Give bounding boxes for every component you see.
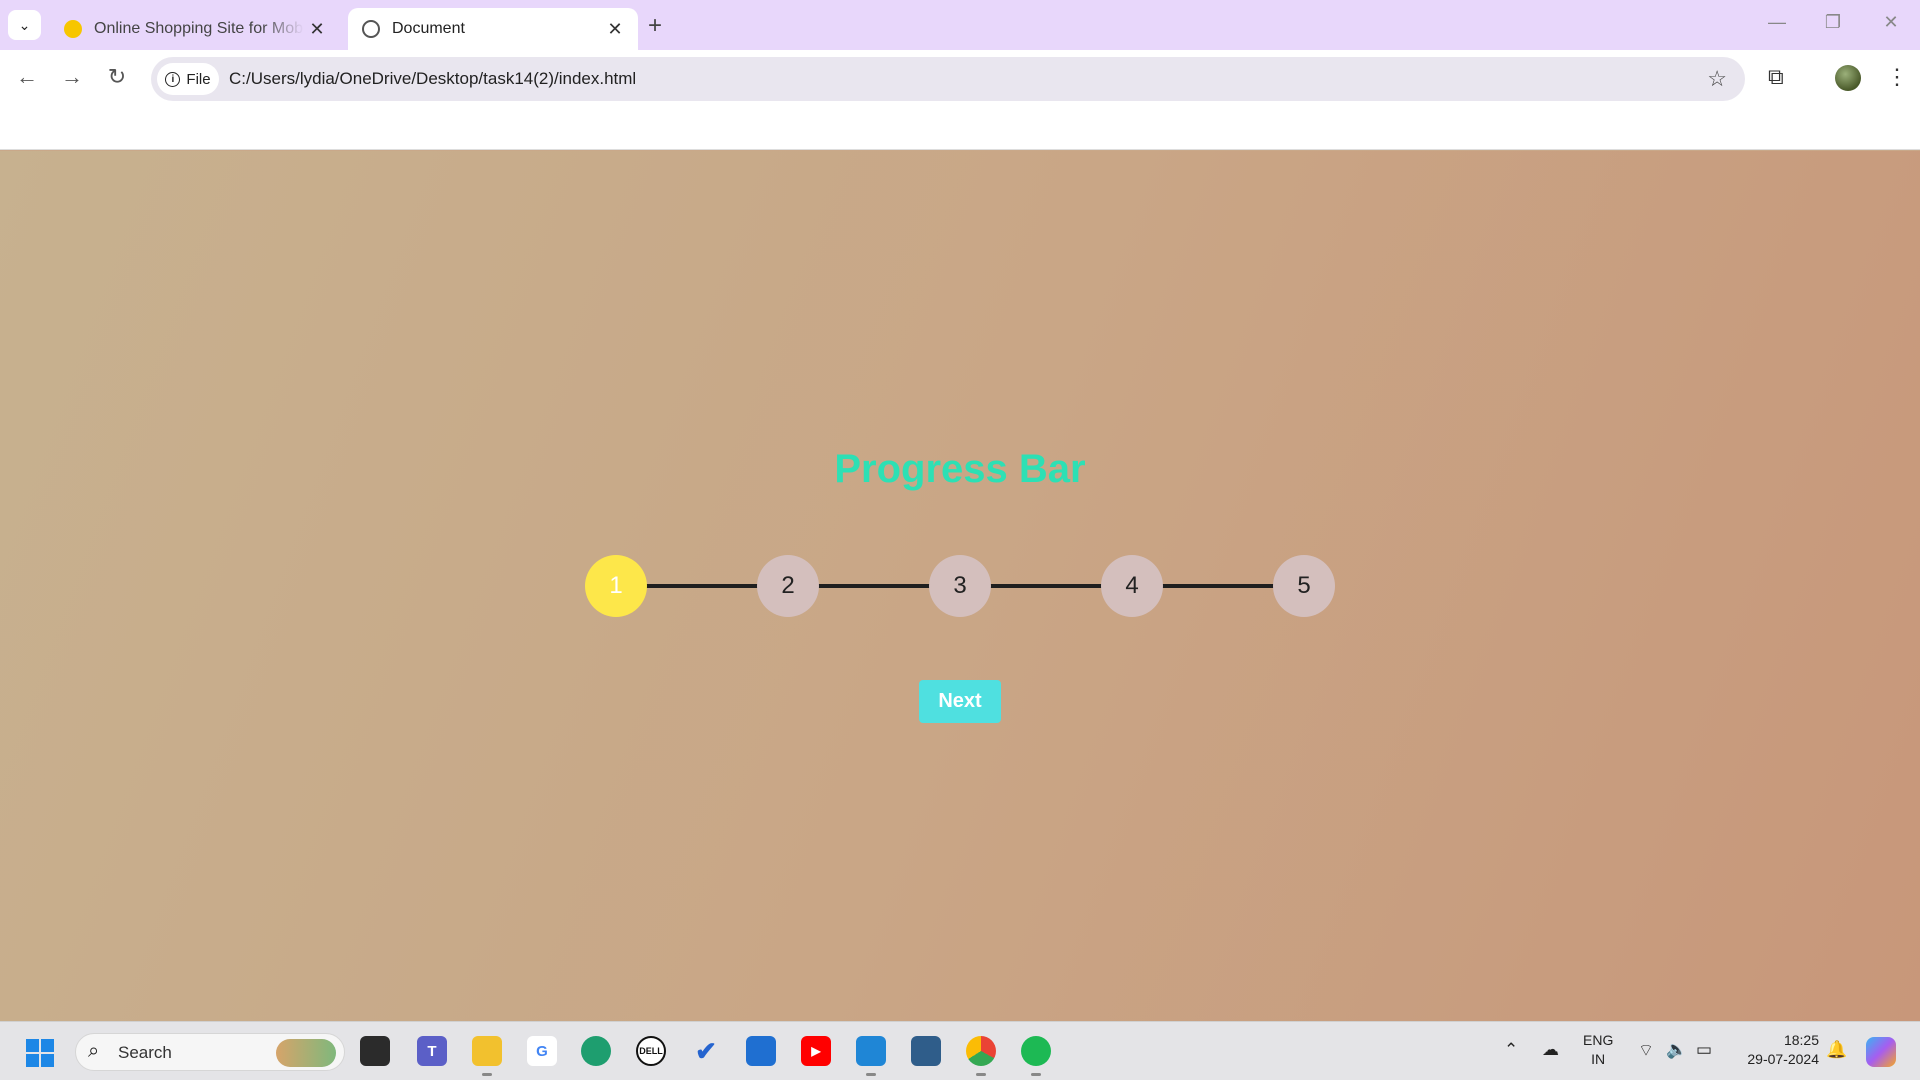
close-tab-icon[interactable]: ✕	[304, 19, 330, 40]
onedrive-icon[interactable]: ☁	[1542, 1040, 1559, 1060]
search-label: Search	[118, 1043, 172, 1062]
youtube-icon[interactable]: ▶	[801, 1036, 831, 1066]
copilot-icon[interactable]	[1866, 1037, 1896, 1067]
step-circle-2: 2	[757, 555, 819, 617]
scheme-label: File	[186, 70, 211, 88]
tab-search-button[interactable]: ⌄	[8, 10, 41, 40]
extensions-icon[interactable]: ⧉	[1768, 64, 1784, 90]
tab-title: Document	[392, 20, 465, 37]
tab-document[interactable]: Document ✕	[348, 8, 638, 50]
todo-check-icon[interactable]: ✔	[691, 1036, 721, 1066]
clock[interactable]: 18:25 29-07-2024	[1735, 1031, 1819, 1069]
chrome-icon[interactable]	[966, 1036, 996, 1076]
progress-steps: 1 2 3 4 5	[585, 555, 1335, 617]
close-tab-icon[interactable]: ✕	[602, 19, 628, 40]
region-code: IN	[1591, 1051, 1606, 1067]
bookmark-bar	[0, 108, 1920, 150]
taskbar: ⌕ Search T G DELL ✔ ▶ ⌃ ☁ ENG IN ⌔ 🔈 ▭ 1…	[0, 1021, 1920, 1080]
wifi-icon[interactable]: ⌔	[1638, 1040, 1654, 1061]
clock-date: 29-07-2024	[1747, 1051, 1819, 1067]
dell-icon[interactable]: DELL	[636, 1036, 666, 1066]
url-text[interactable]: C:/Users/lydia/OneDrive/Desktop/task14(2…	[229, 69, 636, 89]
google-icon[interactable]: G	[527, 1036, 557, 1066]
globe-icon	[362, 20, 380, 38]
spotify-icon[interactable]	[1021, 1036, 1051, 1076]
page-content: Progress Bar 1 2 3 4 5 Next	[0, 151, 1920, 1021]
reload-icon[interactable]: ↻	[102, 64, 132, 90]
bookmark-star-icon[interactable]: ☆	[1707, 66, 1727, 92]
tab-strip: ⌄ Online Shopping Site for Mobile ✕ Docu…	[0, 0, 1920, 50]
flipkart-favicon-icon	[64, 20, 82, 38]
edge-icon[interactable]	[581, 1036, 611, 1066]
browser-toolbar: ← → ↻ i File C:/Users/lydia/OneDrive/Des…	[0, 50, 1920, 108]
back-icon[interactable]: ←	[12, 64, 42, 90]
next-button[interactable]: Next	[919, 680, 1001, 723]
address-bar[interactable]: i File C:/Users/lydia/OneDrive/Desktop/t…	[151, 57, 1745, 101]
clock-time: 18:25	[1783, 1032, 1819, 1048]
close-window-icon[interactable]: ✕	[1876, 12, 1906, 33]
page-title: Progress Bar	[834, 447, 1086, 491]
forward-icon[interactable]: →	[57, 64, 87, 90]
step-circle-5: 5	[1273, 555, 1335, 617]
show-hidden-icons[interactable]: ⌃	[1504, 1040, 1518, 1060]
windows-start-icon[interactable]	[26, 1039, 54, 1067]
battery-icon[interactable]: ▭	[1696, 1040, 1712, 1060]
step-circle-1: 1	[585, 555, 647, 617]
store-icon[interactable]	[746, 1036, 776, 1066]
tab-online-shopping[interactable]: Online Shopping Site for Mobile ✕	[50, 8, 340, 50]
task-view-icon[interactable]	[360, 1036, 390, 1066]
menu-kebab-icon[interactable]: ⋮	[1886, 64, 1908, 90]
site-info-chip[interactable]: i File	[157, 63, 219, 95]
notifications-icon[interactable]: 🔔	[1826, 1040, 1847, 1060]
step-circle-4: 4	[1101, 555, 1163, 617]
search-highlight-icon	[276, 1039, 336, 1067]
new-tab-button[interactable]: +	[648, 12, 662, 40]
language-indicator[interactable]: ENG IN	[1583, 1031, 1613, 1069]
minimize-icon[interactable]: —	[1762, 12, 1792, 33]
language-code: ENG	[1583, 1032, 1614, 1048]
taskbar-search[interactable]: ⌕ Search	[75, 1033, 345, 1071]
mysql-workbench-icon[interactable]	[911, 1036, 941, 1066]
info-icon: i	[165, 71, 181, 87]
profile-avatar[interactable]	[1835, 65, 1861, 91]
tab-title: Online Shopping Site for Mobile	[94, 20, 304, 37]
teams-icon[interactable]: T	[417, 1036, 447, 1066]
volume-icon[interactable]: 🔈	[1666, 1040, 1687, 1060]
vscode-icon[interactable]	[856, 1036, 886, 1076]
file-explorer-icon[interactable]	[472, 1036, 502, 1076]
search-icon: ⌕	[88, 1040, 100, 1062]
restore-icon[interactable]: ❐	[1818, 12, 1848, 33]
step-circle-3: 3	[929, 555, 991, 617]
